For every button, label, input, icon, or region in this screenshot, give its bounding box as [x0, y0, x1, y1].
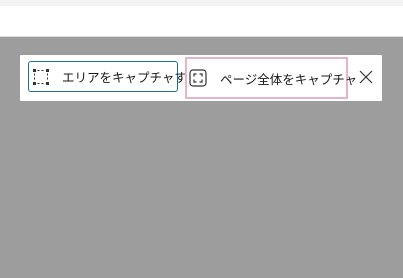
full-page-capture-icon [189, 69, 207, 87]
close-button[interactable] [354, 66, 378, 90]
capture-area-button[interactable]: エリアをキャプチャする [28, 61, 199, 92]
capture-area-label: エリアをキャプチャする [62, 70, 200, 85]
capture-full-page-label: ページ全体をキャプチャ [220, 71, 358, 87]
region-select-icon [32, 68, 50, 86]
capture-full-page-button[interactable]: ページ全体をキャプチャ [185, 57, 357, 99]
browser-address-bar[interactable] [0, 6, 403, 37]
capture-toolbar: エリアをキャプチャする ページ全体をキャプチャ [20, 55, 382, 101]
close-icon [359, 69, 373, 88]
